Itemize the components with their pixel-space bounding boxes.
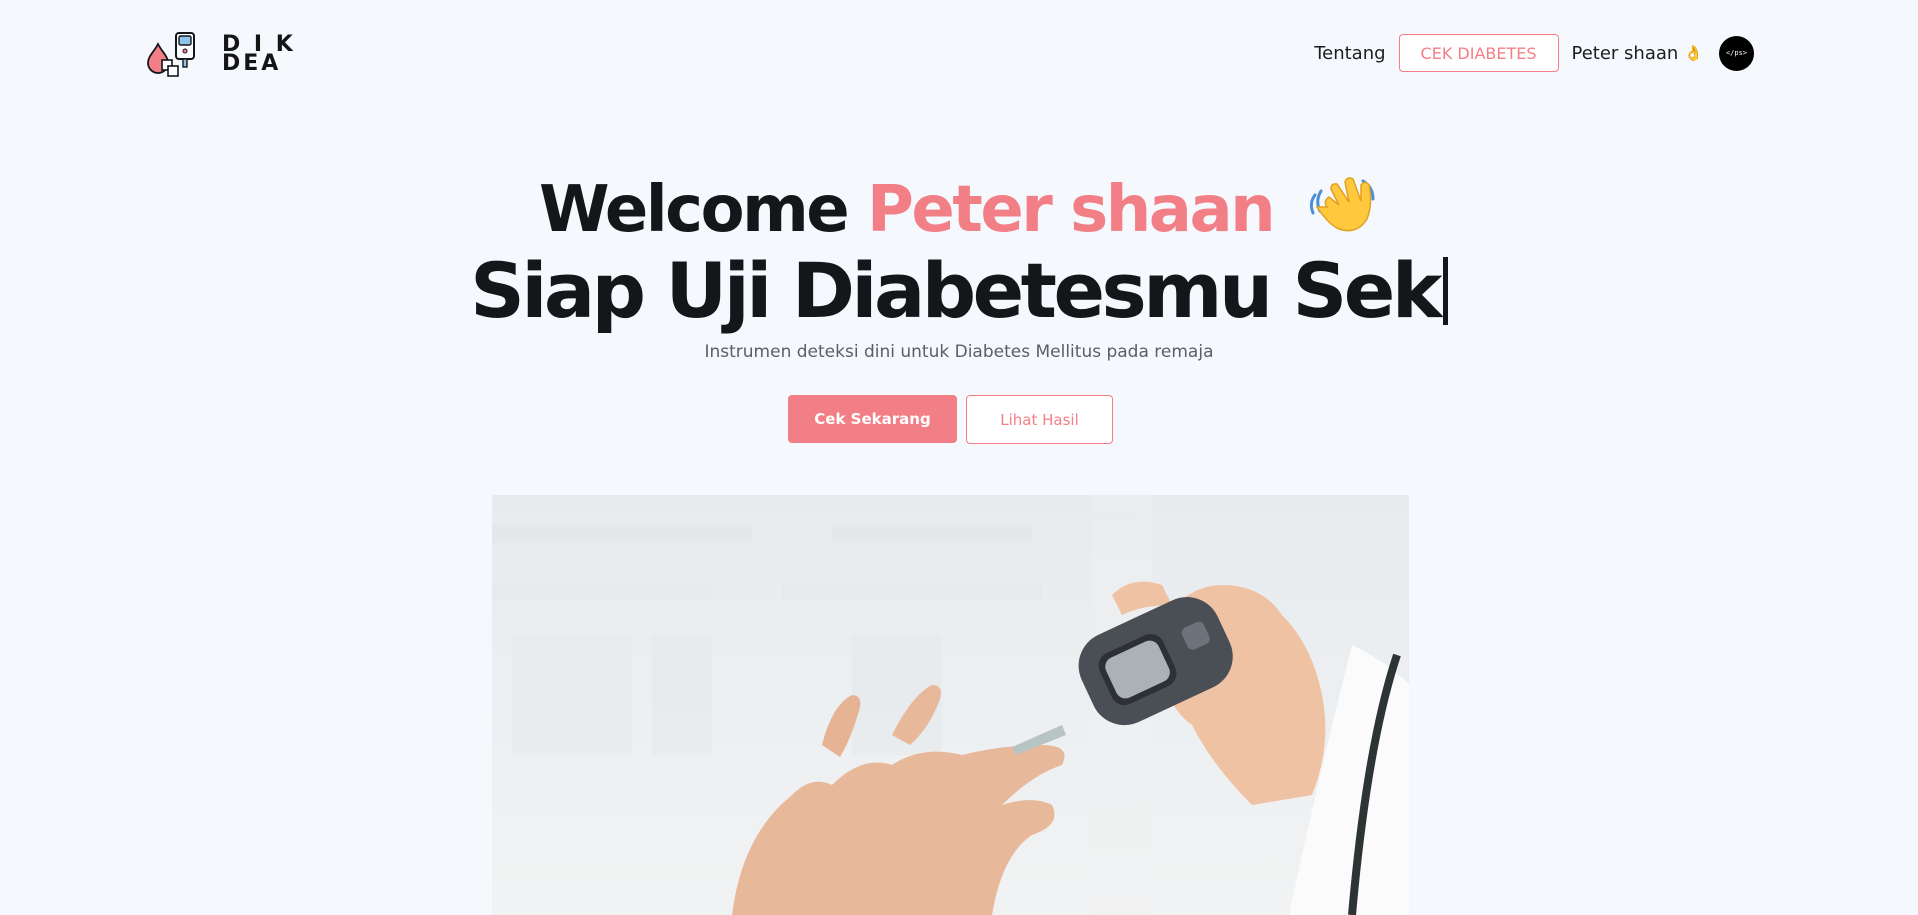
user-name: Peter shaan — [1571, 42, 1679, 64]
hero-photo-glucose-test — [492, 495, 1409, 915]
welcome-heading: Welcome Peter shaan — [0, 170, 1918, 250]
brand-logo[interactable]: D I K DEA — [146, 30, 296, 78]
welcome-user-name: Peter shaan — [866, 173, 1276, 247]
cek-sekarang-button[interactable]: Cek Sekarang — [788, 395, 957, 443]
welcome-text: Welcome — [539, 173, 850, 247]
user-greeting[interactable]: Peter shaan 👌 — [1572, 43, 1703, 64]
typed-headline-text: Siap Uji Diabetesmu Sek — [470, 246, 1442, 335]
ok-hand-icon: 👌 — [1684, 44, 1703, 62]
navbar: D I K DEA Tentang CEK DIABETES Peter sha… — [0, 0, 1918, 106]
nav-link-tentang[interactable]: Tentang — [1314, 43, 1385, 64]
waving-hand-icon — [1309, 177, 1375, 232]
cek-diabetes-button[interactable]: CEK DIABETES — [1398, 34, 1559, 72]
nav-menu: Tentang CEK DIABETES Peter shaan 👌 </ps> — [1314, 34, 1754, 72]
avatar[interactable]: </ps> — [1719, 35, 1754, 71]
lihat-hasil-button[interactable]: Lihat Hasil — [966, 395, 1113, 444]
glucose-test-illustration — [492, 495, 1409, 915]
glucose-meter-logo-icon — [147, 32, 195, 77]
hero-actions: Cek Sekarang Lihat Hasil — [788, 395, 1113, 444]
typing-caret — [1442, 257, 1448, 325]
brand-wordmark: D I K DEA — [222, 34, 296, 75]
hero-subtitle: Instrumen deteksi dini untuk Diabetes Me… — [704, 342, 1214, 362]
typed-headline: Siap Uji Diabetesmu Sek — [0, 246, 1918, 336]
